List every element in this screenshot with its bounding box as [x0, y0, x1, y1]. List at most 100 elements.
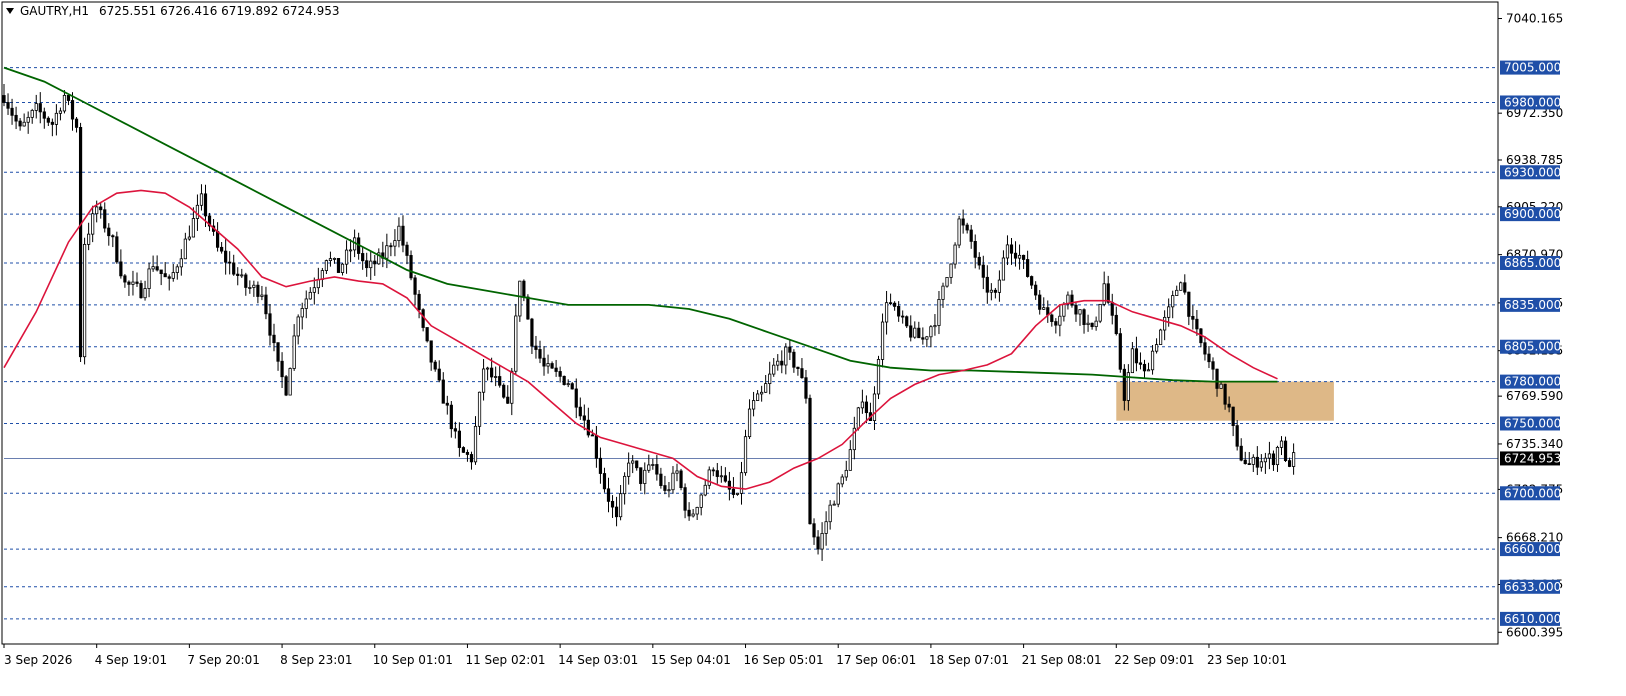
candle-body	[1090, 322, 1094, 328]
candle-body	[240, 274, 244, 277]
price-tick-label: 7040.165	[1506, 12, 1563, 26]
price-chart[interactable]: 7040.1656972.3506938.7856905.2206870.970…	[0, 0, 1626, 696]
candle-body	[42, 111, 46, 119]
candle-body	[324, 260, 329, 271]
candle-body	[1017, 254, 1022, 259]
dropdown-triangle-icon[interactable]	[6, 8, 14, 14]
candle-body	[220, 246, 224, 252]
time-tick-label: 18 Sep 07:01	[929, 653, 1009, 667]
candle-body	[268, 313, 272, 336]
candle-body	[1292, 452, 1296, 467]
candle-body	[1021, 254, 1026, 260]
candle-body	[1154, 344, 1159, 352]
candle-body	[304, 298, 308, 309]
candle-body	[224, 250, 228, 263]
candle-body	[558, 371, 562, 377]
candle-body	[913, 327, 917, 338]
candle-body	[655, 464, 659, 475]
candle-body	[373, 260, 377, 265]
candle-body	[631, 460, 635, 464]
candle-body	[538, 349, 542, 359]
candle-body	[191, 218, 196, 238]
candle-body	[554, 367, 558, 372]
candle-body	[1191, 315, 1195, 320]
candle-body	[1235, 425, 1239, 447]
candle-body	[1167, 306, 1171, 318]
candle-body	[1175, 289, 1179, 296]
candle-body	[715, 470, 719, 477]
candle-body	[1114, 314, 1118, 335]
candle-body	[796, 366, 800, 370]
candle-body	[1219, 383, 1223, 389]
candle-body	[1042, 307, 1046, 310]
level-price-label: 6900.000	[1504, 207, 1561, 221]
candle-body	[1239, 445, 1243, 461]
candle-body	[50, 121, 54, 125]
candle-body	[300, 308, 304, 318]
time-tick-label: 14 Sep 03:01	[558, 653, 638, 667]
candle-body	[1159, 329, 1163, 345]
candle-body	[1110, 301, 1114, 316]
candle-body	[328, 258, 333, 262]
candle-body	[1227, 403, 1231, 408]
chart-window[interactable]: 7040.165 6972.350 6938.785 6905.220 6870.970…	[0, 0, 1626, 696]
candle-body	[989, 289, 993, 293]
candle-body	[598, 457, 603, 474]
level-price-label: 6835.000	[1504, 298, 1561, 312]
candle-body	[1263, 457, 1267, 463]
candle-body	[10, 107, 14, 116]
level-price-label: 6660.000	[1504, 542, 1561, 556]
candle-body	[800, 368, 804, 379]
candle-body	[627, 462, 631, 477]
ohlc-readout: 6725.551 6726.416 6719.892 6724.953	[99, 4, 340, 18]
candle-body	[760, 391, 764, 395]
candle-body	[1223, 383, 1227, 405]
candle-body	[139, 283, 143, 299]
candle-body	[675, 470, 679, 474]
candle-body	[348, 249, 353, 252]
candle-body	[1082, 309, 1086, 325]
candle-body	[929, 326, 933, 338]
level-price-label: 6750.000	[1504, 416, 1561, 430]
candle-body	[659, 473, 663, 486]
candle-body	[1163, 316, 1167, 331]
candle-body	[344, 249, 349, 265]
candle-body	[1207, 353, 1211, 363]
candle-body	[276, 342, 280, 362]
time-tick-label: 8 Sep 23:01	[280, 653, 352, 667]
candle-body	[582, 415, 586, 421]
candle-body	[433, 361, 437, 370]
candle-body	[54, 112, 58, 125]
candle-body	[997, 279, 1002, 293]
time-tick-label: 15 Sep 04:01	[651, 653, 731, 667]
time-tick-label: 21 Sep 08:01	[1022, 653, 1102, 667]
candle-body	[477, 391, 482, 427]
candle-body	[1255, 456, 1259, 468]
candle-body	[115, 236, 119, 263]
candle-body	[485, 367, 490, 370]
candle-body	[671, 472, 675, 491]
candle-body	[953, 244, 957, 265]
candle-body	[804, 377, 808, 399]
candle-body	[1183, 282, 1187, 293]
candle-body	[977, 256, 981, 266]
candle-body	[502, 384, 506, 398]
candle-body	[365, 260, 369, 269]
candle-body	[635, 460, 639, 469]
candle-body	[6, 102, 10, 109]
candle-body	[679, 470, 683, 489]
candle-body	[1243, 459, 1247, 465]
candle-body	[369, 260, 373, 269]
level-price-label: 6780.000	[1504, 375, 1561, 389]
candle-body	[135, 281, 139, 284]
candle-body	[143, 288, 147, 299]
candle-body	[1106, 283, 1110, 303]
candle-body	[639, 467, 643, 484]
candle-body	[772, 364, 776, 375]
candle-body	[949, 263, 953, 278]
candle-body	[469, 454, 474, 463]
candle-body	[872, 393, 877, 421]
candle-body	[1009, 244, 1014, 254]
candle-body	[1171, 295, 1175, 308]
candle-body	[566, 383, 570, 386]
